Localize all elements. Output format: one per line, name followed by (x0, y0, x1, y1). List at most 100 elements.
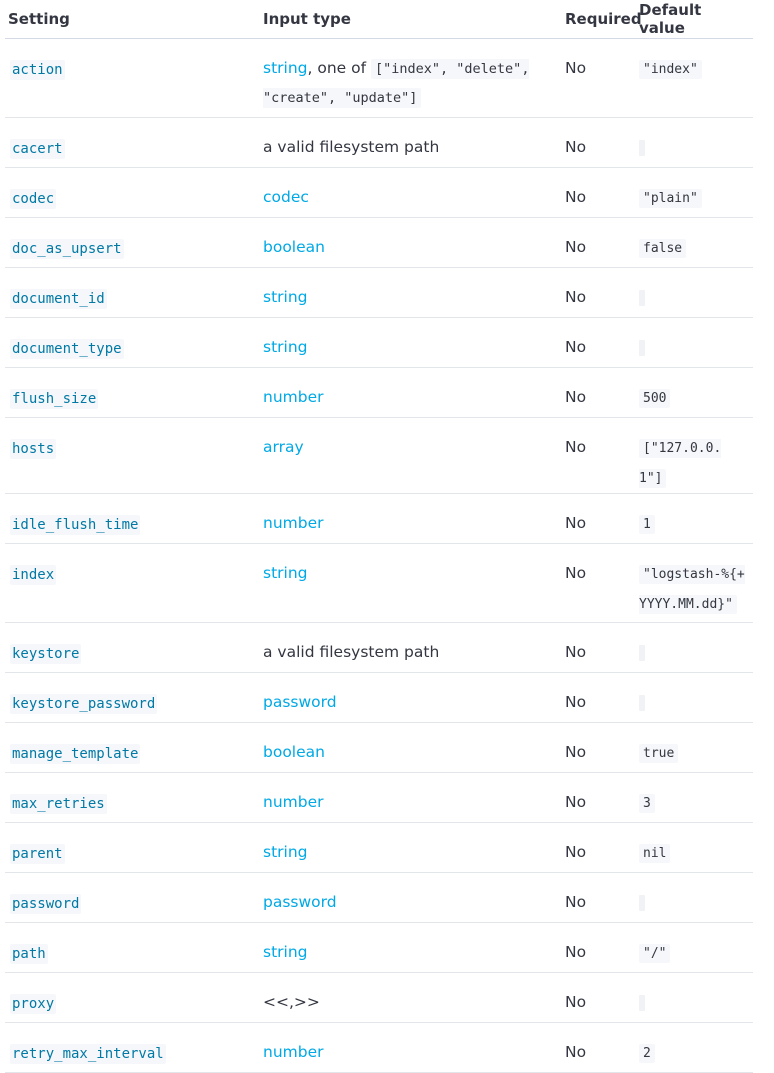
input-type-link[interactable]: password (263, 693, 337, 711)
setting-name-link[interactable]: password (10, 894, 82, 914)
input-type-cell: string (258, 267, 560, 318)
table-row: proxy <<,>> No (5, 972, 753, 1023)
input-type-text: <<,>> (263, 993, 320, 1011)
setting-cell: password (5, 872, 258, 923)
setting-cell: idle_flush_time (5, 493, 258, 544)
default-value-code: 500 (639, 389, 671, 408)
setting-name-link[interactable]: proxy (10, 994, 57, 1014)
default-value-cell: ["127.0.0.1"] (634, 417, 753, 494)
input-type-link[interactable]: string (263, 943, 308, 961)
required-cell: No (560, 922, 634, 973)
setting-cell: cacert (5, 117, 258, 168)
setting-cell: flush_size (5, 367, 258, 418)
setting-cell: index (5, 543, 258, 623)
default-value-cell: "index" (634, 38, 753, 118)
input-type-cell: a valid filesystem path (258, 622, 560, 673)
setting-name-link[interactable]: action (10, 60, 65, 80)
default-value-cell: 500 (634, 367, 753, 418)
setting-name-link[interactable]: path (10, 944, 48, 964)
setting-name-link[interactable]: manage_template (10, 744, 141, 764)
setting-name-link[interactable]: index (10, 565, 57, 585)
setting-name-link[interactable]: max_retries (10, 794, 107, 814)
table-row: document_id string No (5, 267, 753, 318)
default-value-code: "index" (639, 60, 702, 79)
default-value-code: "logstash-%{+YYYY.MM.dd}" (639, 565, 745, 614)
input-type-link[interactable]: array (263, 438, 304, 456)
input-type-link[interactable]: number (263, 1043, 324, 1061)
setting-cell: keystore_password (5, 672, 258, 723)
input-type-link[interactable]: string (263, 338, 308, 356)
input-type-link[interactable]: boolean (263, 743, 325, 761)
required-cell: No (560, 822, 634, 873)
required-cell: No (560, 772, 634, 823)
input-type-cell: <<,>> (258, 972, 560, 1023)
setting-cell: hosts (5, 417, 258, 494)
setting-name-link[interactable]: keystore (10, 644, 82, 664)
required-cell: No (560, 622, 634, 673)
setting-cell: keystore (5, 622, 258, 673)
table-row: flush_size number No 500 (5, 367, 753, 418)
setting-cell: action (5, 38, 258, 118)
required-cell: No (560, 317, 634, 368)
default-value-cell: "logstash-%{+YYYY.MM.dd}" (634, 543, 753, 623)
default-value-cell: 1 (634, 493, 753, 544)
setting-cell: parent (5, 822, 258, 873)
default-value-code: true (639, 744, 679, 763)
setting-name-link[interactable]: doc_as_upsert (10, 239, 124, 259)
setting-name-link[interactable]: idle_flush_time (10, 515, 141, 535)
input-type-cell: boolean (258, 217, 560, 268)
table-row: doc_as_upsert boolean No false (5, 217, 753, 268)
setting-name-link[interactable]: hosts (10, 439, 57, 459)
input-type-cell: array (258, 417, 560, 494)
table-row: max_retries number No 3 (5, 772, 753, 823)
setting-name-link[interactable]: retry_max_interval (10, 1044, 166, 1064)
setting-name-link[interactable]: parent (10, 844, 65, 864)
setting-cell: document_id (5, 267, 258, 318)
setting-name-link[interactable]: document_id (10, 289, 107, 309)
input-type-link[interactable]: boolean (263, 238, 325, 256)
required-cell: No (560, 217, 634, 268)
header-input-type: Input type (258, 0, 560, 39)
setting-cell: path (5, 922, 258, 973)
input-type-cell: password (258, 672, 560, 723)
input-type-cell: a valid filesystem path (258, 117, 560, 168)
setting-name-link[interactable]: codec (10, 189, 57, 209)
input-type-link[interactable]: string (263, 288, 308, 306)
input-type-suffix: , one of (307, 59, 367, 77)
setting-name-link[interactable]: keystore_password (10, 694, 158, 714)
required-cell: No (560, 972, 634, 1023)
empty-default-value (639, 644, 645, 661)
input-type-cell: string (258, 822, 560, 873)
header-setting: Setting (5, 0, 258, 39)
empty-default-value (639, 339, 645, 356)
required-cell: No (560, 167, 634, 218)
default-value-cell: false (634, 217, 753, 268)
input-type-link[interactable]: string (263, 843, 308, 861)
setting-cell: proxy (5, 972, 258, 1023)
input-type-link[interactable]: number (263, 388, 324, 406)
table-row: document_type string No (5, 317, 753, 368)
input-type-link[interactable]: number (263, 793, 324, 811)
default-value-cell: 3 (634, 772, 753, 823)
input-type-link[interactable]: string (263, 564, 308, 582)
table-row: parent string No nil (5, 822, 753, 873)
table-header-row: Setting Input type Required Default valu… (5, 0, 753, 39)
input-type-link[interactable]: number (263, 514, 324, 532)
input-type-link[interactable]: password (263, 893, 337, 911)
input-type-text: a valid filesystem path (263, 138, 440, 156)
setting-name-link[interactable]: flush_size (10, 389, 99, 409)
table-row: codec codec No "plain" (5, 167, 753, 218)
settings-table: Setting Input type Required Default valu… (5, 0, 753, 1073)
required-cell: No (560, 417, 634, 494)
required-cell: No (560, 872, 634, 923)
input-type-link[interactable]: codec (263, 188, 309, 206)
setting-name-link[interactable]: cacert (10, 139, 65, 159)
default-value-cell (634, 117, 753, 168)
required-cell: No (560, 367, 634, 418)
default-value-code: false (639, 239, 687, 258)
input-type-text: a valid filesystem path (263, 643, 440, 661)
input-type-link[interactable]: string (263, 59, 308, 77)
default-value-code: 2 (639, 1044, 655, 1063)
setting-name-link[interactable]: document_type (10, 339, 124, 359)
input-type-cell: string, one of ["index", "delete", "crea… (258, 38, 560, 118)
